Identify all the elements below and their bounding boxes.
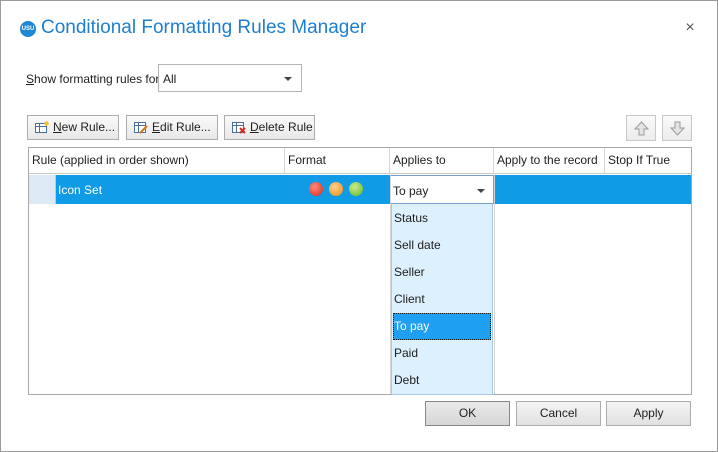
edit-rule-mnemonic: E xyxy=(152,120,161,134)
show-rules-label-mnemonic: S xyxy=(26,72,35,86)
dropdown-option-seller[interactable]: Seller xyxy=(393,259,491,286)
column-header-rule[interactable]: Rule (applied in order shown) xyxy=(29,148,285,174)
rules-grid: Rule (applied in order shown) Format App… xyxy=(28,147,692,395)
move-up-button[interactable] xyxy=(626,115,656,141)
new-rule-mnemonic: N xyxy=(53,120,62,134)
column-header-format[interactable]: Format xyxy=(285,148,390,174)
show-rules-value: All xyxy=(163,72,177,86)
ok-button[interactable]: OK xyxy=(425,401,510,426)
app-logo-icon: USU xyxy=(20,21,36,37)
close-icon[interactable]: × xyxy=(682,19,698,37)
edit-rule-label: dit Rule... xyxy=(160,120,211,134)
show-rules-combo[interactable]: All xyxy=(158,64,302,92)
new-rule-icon xyxy=(35,121,49,133)
dropdown-option-debt[interactable]: Debt xyxy=(393,367,491,394)
column-divider xyxy=(494,174,495,394)
apply-button[interactable]: Apply xyxy=(606,401,691,426)
orange-circle-icon xyxy=(329,182,343,196)
dropdown-option-sell-date[interactable]: Sell date xyxy=(393,232,491,259)
rule-name-cell[interactable]: Icon Set xyxy=(58,183,102,197)
new-rule-label: ew Rule... xyxy=(61,120,116,134)
dropdown-option-status[interactable]: Status xyxy=(393,205,491,232)
chevron-down-icon[interactable] xyxy=(477,189,485,193)
edit-rule-button[interactable]: Edit Rule... xyxy=(126,115,218,140)
green-circle-icon xyxy=(349,182,363,196)
dropdown-option-to-pay[interactable]: To pay xyxy=(393,313,491,340)
dialog-title: Conditional Formatting Rules Manager xyxy=(41,17,367,38)
applies-to-value: To pay xyxy=(393,184,429,198)
applies-to-dropdown-list: Status Sell date Seller Client To pay Pa… xyxy=(391,204,493,395)
applies-to-combo[interactable]: To pay xyxy=(390,175,494,204)
column-header-applies-to[interactable]: Applies to xyxy=(390,148,494,174)
delete-rule-mnemonic: D xyxy=(250,120,259,134)
new-rule-button[interactable]: New Rule... xyxy=(27,115,119,140)
red-circle-icon xyxy=(309,182,323,196)
column-header-stop-if-true[interactable]: Stop If True xyxy=(605,148,691,174)
delete-rule-button[interactable]: Delete Rule xyxy=(224,115,315,140)
arrow-up-icon xyxy=(634,121,649,136)
dropdown-option-paid[interactable]: Paid xyxy=(393,340,491,367)
dropdown-option-client[interactable]: Client xyxy=(393,286,491,313)
title-bar: USU Conditional Formatting Rules Manager… xyxy=(1,1,717,57)
show-rules-label-text: how formatting rules for: xyxy=(34,72,163,86)
cancel-button[interactable]: Cancel xyxy=(516,401,601,426)
column-header-apply-to-record[interactable]: Apply to the record xyxy=(494,148,605,174)
chevron-down-icon[interactable] xyxy=(284,77,292,81)
row-indicator[interactable] xyxy=(29,175,56,204)
arrow-down-icon xyxy=(670,121,685,136)
delete-rule-icon xyxy=(232,122,246,134)
dialog-window: USU Conditional Formatting Rules Manager… xyxy=(0,0,718,452)
table-row[interactable]: Icon Set To pay xyxy=(29,175,691,204)
move-down-button[interactable] xyxy=(662,115,692,141)
delete-rule-label: elete Rule xyxy=(258,120,313,134)
grid-header: Rule (applied in order shown) Format App… xyxy=(29,148,691,174)
edit-rule-icon xyxy=(134,122,148,134)
show-rules-label: Show formatting rules for: xyxy=(26,72,163,86)
